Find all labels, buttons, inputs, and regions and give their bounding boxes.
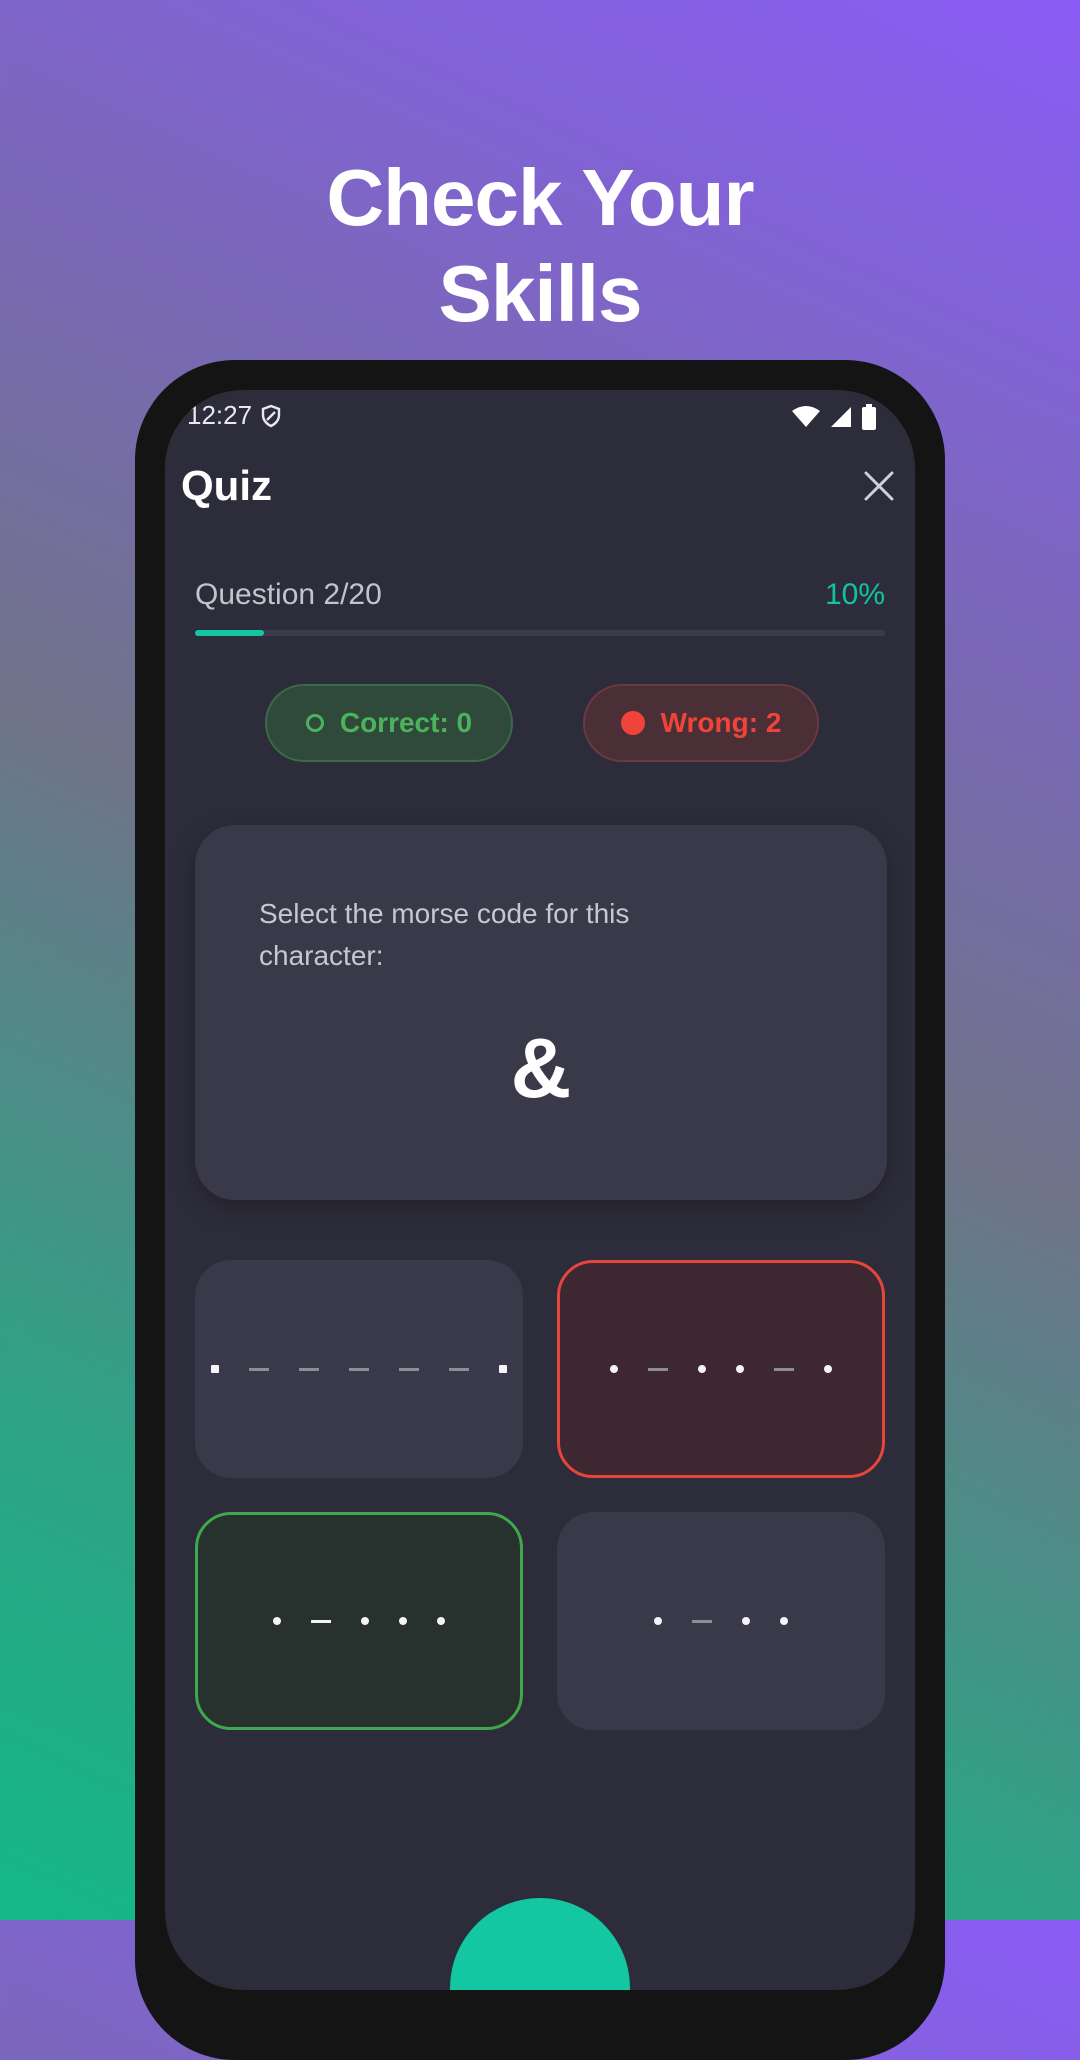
morse-dot — [698, 1365, 706, 1373]
question-card: Select the morse code for this character… — [195, 825, 887, 1200]
correct-circle-icon — [305, 714, 324, 732]
close-button[interactable] — [853, 460, 905, 512]
battery-icon — [862, 404, 876, 430]
morse-dash — [311, 1619, 331, 1623]
morse-code — [211, 1365, 507, 1373]
morse-dot — [736, 1365, 744, 1373]
morse-code — [654, 1617, 788, 1625]
morse-dot — [211, 1365, 219, 1373]
answer-option-3-correct[interactable] — [195, 1512, 523, 1730]
morse-dot — [437, 1617, 445, 1625]
headline-line-2: Skills — [438, 249, 642, 338]
question-character: & — [510, 1021, 572, 1115]
morse-dash — [399, 1367, 419, 1371]
morse-dot — [824, 1365, 832, 1373]
answer-option-2-wrong[interactable] — [557, 1260, 885, 1478]
correct-count-text: Correct: 0 — [339, 707, 473, 738]
progress-fill — [195, 630, 264, 636]
progress-bar — [195, 630, 885, 636]
morse-dash — [774, 1367, 794, 1371]
correct-count-badge: Correct: 0 — [265, 684, 513, 762]
status-bar-time: 12:27 — [187, 400, 282, 431]
headline: Check Your Skills — [0, 150, 1080, 342]
page-title: Quiz — [181, 462, 272, 509]
morse-dash — [249, 1367, 269, 1371]
morse-dot — [610, 1365, 618, 1373]
wifi-icon — [792, 406, 820, 427]
morse-dot — [654, 1617, 662, 1625]
morse-dot — [742, 1617, 750, 1625]
phone-screen: 12:27 Quiz Question 2/20 10% Correct: 0 — [165, 390, 915, 1990]
morse-code — [610, 1365, 832, 1373]
time-text: 12:27 — [187, 400, 253, 430]
headline-line-1: Check Your — [326, 153, 754, 242]
question-counter: Question 2/20 — [195, 578, 382, 611]
morse-dot — [499, 1365, 507, 1373]
morse-dash — [648, 1367, 668, 1371]
next-button[interactable] — [450, 1898, 630, 1990]
progress-percent: 10% — [824, 578, 885, 611]
signal-icon — [831, 407, 851, 427]
morse-dash — [449, 1367, 469, 1371]
question-prompt: Select the morse code for this character… — [259, 898, 630, 971]
morse-dot — [399, 1617, 407, 1625]
answer-option-4[interactable] — [557, 1512, 885, 1730]
morse-dot — [780, 1617, 788, 1625]
close-icon — [864, 471, 894, 501]
wrong-count-badge: Wrong: 2 — [583, 684, 819, 762]
morse-code — [273, 1617, 445, 1625]
wrong-count-text: Wrong: 2 — [660, 707, 782, 738]
answer-option-1[interactable] — [195, 1260, 523, 1478]
morse-dot — [361, 1617, 369, 1625]
shield-icon — [261, 404, 281, 427]
morse-dot — [273, 1617, 281, 1625]
status-icons — [791, 404, 877, 430]
morse-dash — [349, 1367, 369, 1371]
morse-dash — [299, 1367, 319, 1371]
morse-dash — [692, 1619, 712, 1623]
wrong-circle-icon — [620, 711, 645, 735]
